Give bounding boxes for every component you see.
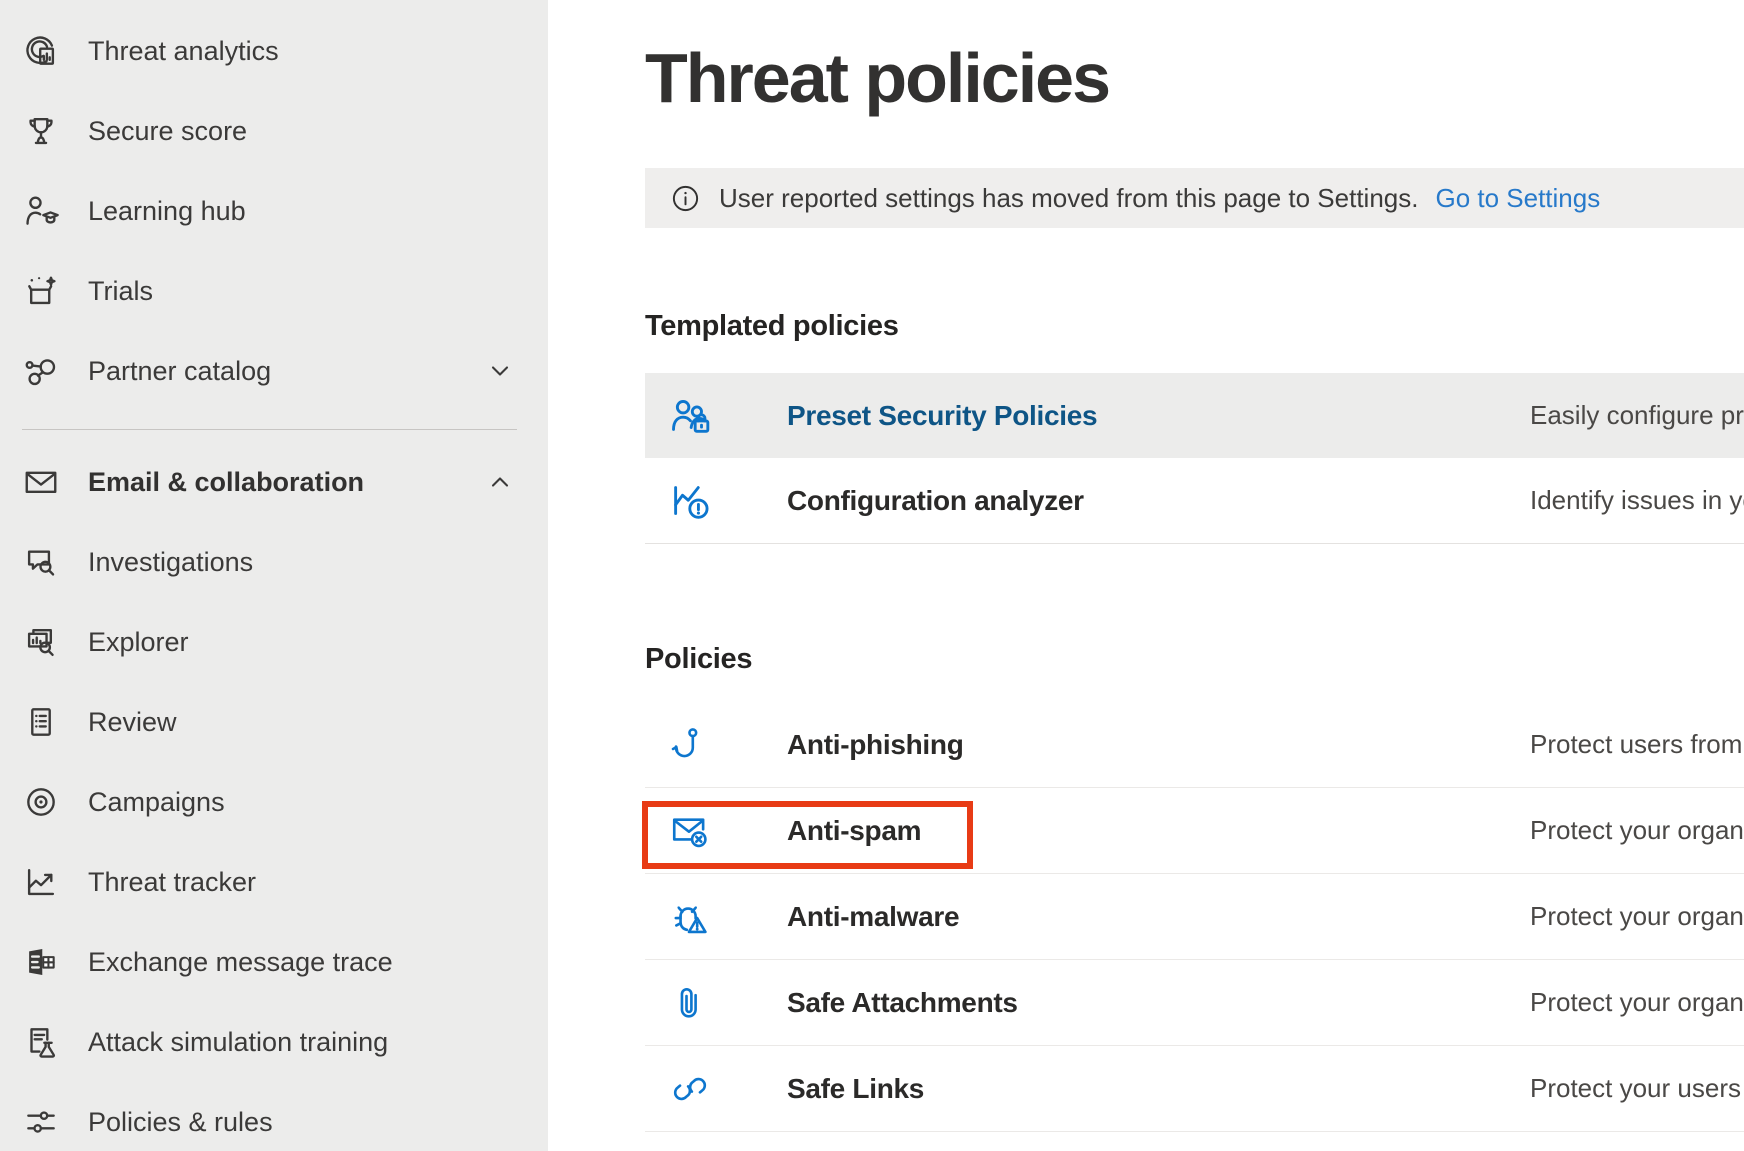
sidebar-item-email-collaboration[interactable]: Email & collaboration [0, 442, 548, 522]
sidebar-item-exchange-message-trace[interactable]: Exchange message trace [0, 922, 548, 1002]
row-description: Identify issues in you [1530, 485, 1744, 516]
sidebar-divider [22, 429, 517, 430]
templated-policies-heading: Templated policies [645, 310, 899, 343]
sidebar-item-campaigns[interactable]: Campaigns [0, 762, 548, 842]
learning-hub-icon [22, 192, 60, 230]
investigations-icon [22, 543, 60, 581]
sidebar-item-threat-tracker[interactable]: Threat tracker [0, 842, 548, 922]
sidebar-item-learning-hub[interactable]: Learning hub [0, 171, 548, 251]
info-icon [670, 182, 702, 214]
row-safe-links[interactable]: Safe Links Protect your users fr [645, 1046, 1744, 1132]
row-description: Protect your users fr [1530, 1073, 1744, 1104]
row-description: Easily configure prot [1530, 400, 1744, 431]
row-title: Anti-spam [787, 815, 921, 847]
row-description: Protect your organiz [1530, 901, 1744, 932]
safe-links-icon [666, 1068, 714, 1110]
go-to-settings-link[interactable]: Go to Settings [1435, 183, 1600, 214]
sidebar-item-label: Partner catalog [88, 356, 271, 387]
sidebar-item-label: Policies & rules [88, 1107, 273, 1138]
row-description: Protect users from p [1530, 729, 1744, 760]
sidebar-item-review[interactable]: Review [0, 682, 548, 762]
preset-security-policies-icon [666, 393, 714, 439]
sidebar-item-explorer[interactable]: Explorer [0, 602, 548, 682]
attack-simulation-icon [22, 1023, 60, 1061]
row-anti-spam[interactable]: Anti-spam Protect your organiz [645, 788, 1744, 874]
row-preset-security-policies[interactable]: Preset Security Policies Easily configur… [645, 373, 1744, 458]
row-description: Protect your organiz [1530, 987, 1744, 1018]
banner-text: User reported settings has moved from th… [719, 183, 1418, 214]
info-banner: User reported settings has moved from th… [645, 168, 1744, 228]
anti-malware-icon [666, 896, 714, 938]
campaigns-icon [22, 783, 60, 821]
sidebar-item-label: Exchange message trace [88, 947, 393, 978]
sliders-icon [22, 1103, 60, 1141]
sidebar-item-trials[interactable]: Trials [0, 251, 548, 331]
sidebar-item-label: Campaigns [88, 787, 225, 818]
sidebar-nav: Threat analytics Secure score [0, 0, 548, 1151]
app-window: Threat analytics Secure score [0, 0, 1744, 1151]
explorer-icon [22, 623, 60, 661]
row-anti-malware[interactable]: Anti-malware Protect your organiz [645, 874, 1744, 960]
row-title: Preset Security Policies [787, 400, 1097, 432]
configuration-analyzer-icon [666, 478, 714, 524]
sidebar-item-label: Learning hub [88, 196, 246, 227]
trials-icon [22, 272, 60, 310]
partner-catalog-icon [22, 352, 60, 390]
exchange-icon [22, 943, 60, 981]
sidebar-item-threat-analytics[interactable]: Threat analytics [0, 11, 548, 91]
row-safe-attachments[interactable]: Safe Attachments Protect your organiz [645, 960, 1744, 1046]
sidebar-item-label: Email & collaboration [88, 467, 364, 498]
sidebar-item-label: Explorer [88, 627, 189, 658]
threat-tracker-icon [22, 863, 60, 901]
email-icon [22, 463, 60, 501]
sidebar-item-secure-score[interactable]: Secure score [0, 91, 548, 171]
review-icon [22, 703, 60, 741]
sidebar: Threat analytics Secure score [0, 0, 548, 1151]
trophy-icon [22, 112, 60, 150]
paperclip-icon [666, 982, 714, 1024]
sidebar-item-label: Investigations [88, 547, 253, 578]
row-title: Safe Attachments [787, 987, 1018, 1019]
main-content: Threat policies User reported settings h… [548, 0, 1744, 1151]
policies-list: Anti-phishing Protect users from p Anti-… [645, 702, 1744, 1132]
chevron-up-icon [486, 468, 514, 496]
sidebar-item-partner-catalog[interactable]: Partner catalog [0, 331, 548, 411]
templated-policies-list: Preset Security Policies Easily configur… [645, 373, 1744, 544]
row-title: Anti-malware [787, 901, 959, 933]
sidebar-item-label: Trials [88, 276, 153, 307]
sidebar-item-label: Threat analytics [88, 36, 279, 67]
sidebar-item-investigations[interactable]: Investigations [0, 522, 548, 602]
row-title: Configuration analyzer [787, 485, 1084, 517]
row-configuration-analyzer[interactable]: Configuration analyzer Identify issues i… [645, 458, 1744, 544]
sidebar-item-label: Review [88, 707, 177, 738]
threat-analytics-icon [22, 32, 60, 70]
sidebar-item-label: Secure score [88, 116, 247, 147]
policies-heading: Policies [645, 643, 752, 676]
page-title: Threat policies [645, 40, 1109, 116]
row-description: Protect your organiz [1530, 815, 1744, 846]
sidebar-item-policies-rules[interactable]: Policies & rules [0, 1082, 548, 1151]
row-title: Anti-phishing [787, 729, 964, 761]
sidebar-item-label: Threat tracker [88, 867, 256, 898]
anti-phishing-icon [666, 724, 714, 766]
row-title: Safe Links [787, 1073, 924, 1105]
anti-spam-icon [666, 810, 714, 852]
sidebar-item-label: Attack simulation training [88, 1027, 388, 1058]
chevron-down-icon [486, 357, 514, 385]
row-anti-phishing[interactable]: Anti-phishing Protect users from p [645, 702, 1744, 788]
sidebar-item-attack-simulation-training[interactable]: Attack simulation training [0, 1002, 548, 1082]
